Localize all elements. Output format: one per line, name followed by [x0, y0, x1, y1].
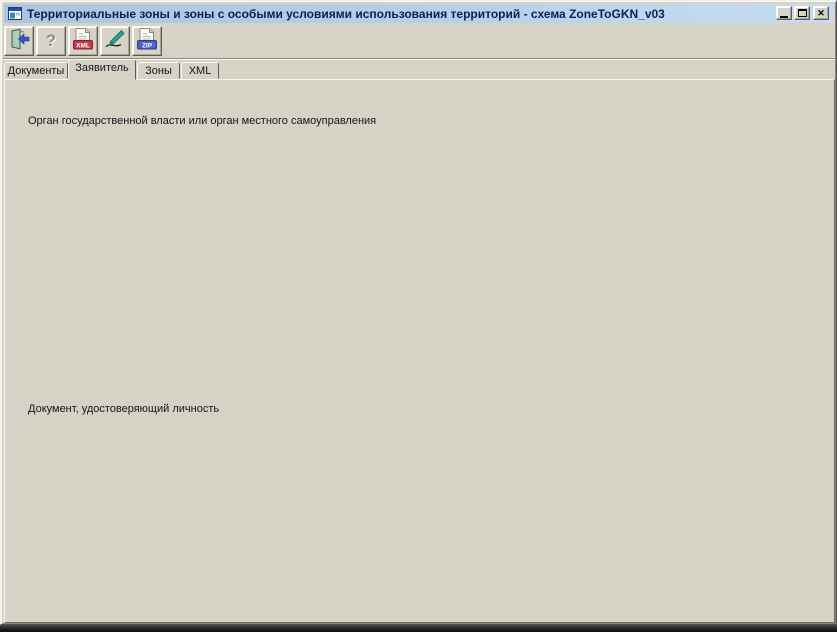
exit-button[interactable]: [4, 26, 34, 56]
gov-body-legend: Орган государственной власти или орган м…: [24, 115, 380, 127]
help-button[interactable]: ?: [36, 26, 66, 56]
applicant-tab-panel: [4, 79, 835, 623]
titlebar: Территориальные зоны и зоны с особыми ус…: [4, 4, 834, 23]
sign-button[interactable]: [100, 26, 130, 56]
question-icon: ?: [46, 31, 56, 51]
xml-file-icon: XML: [71, 27, 95, 56]
tab-xml[interactable]: XML: [181, 62, 219, 79]
exit-door-icon: [7, 27, 31, 56]
app-icon[interactable]: [8, 7, 23, 21]
desktop-edge: [0, 625, 837, 632]
svg-text:XML: XML: [76, 42, 90, 49]
close-icon: ✕: [817, 9, 825, 18]
zip-file-icon: ZIP: [135, 27, 159, 56]
svg-text:ZIP: ZIP: [142, 42, 153, 49]
export-xml-button[interactable]: XML: [68, 26, 98, 56]
close-button[interactable]: ✕: [813, 6, 829, 20]
window-controls: ✕: [774, 6, 829, 20]
window-title: Территориальные зоны и зоны с особыми ус…: [27, 7, 665, 21]
minimize-button[interactable]: [776, 6, 792, 20]
tab-documents[interactable]: Документы: [4, 62, 68, 79]
tab-zones[interactable]: Зоны: [137, 62, 180, 79]
identity-doc-legend: Документ, удостоверяющий личность: [24, 403, 223, 415]
export-zip-button[interactable]: ZIP: [132, 26, 162, 56]
maximize-button[interactable]: [794, 6, 810, 20]
tab-applicant[interactable]: Заявитель: [68, 59, 136, 80]
signature-pen-icon: [103, 27, 127, 56]
maximize-icon: [798, 9, 807, 17]
app-window: Территориальные зоны и зоны с особыми ус…: [0, 0, 837, 625]
minimize-icon: [780, 16, 788, 18]
